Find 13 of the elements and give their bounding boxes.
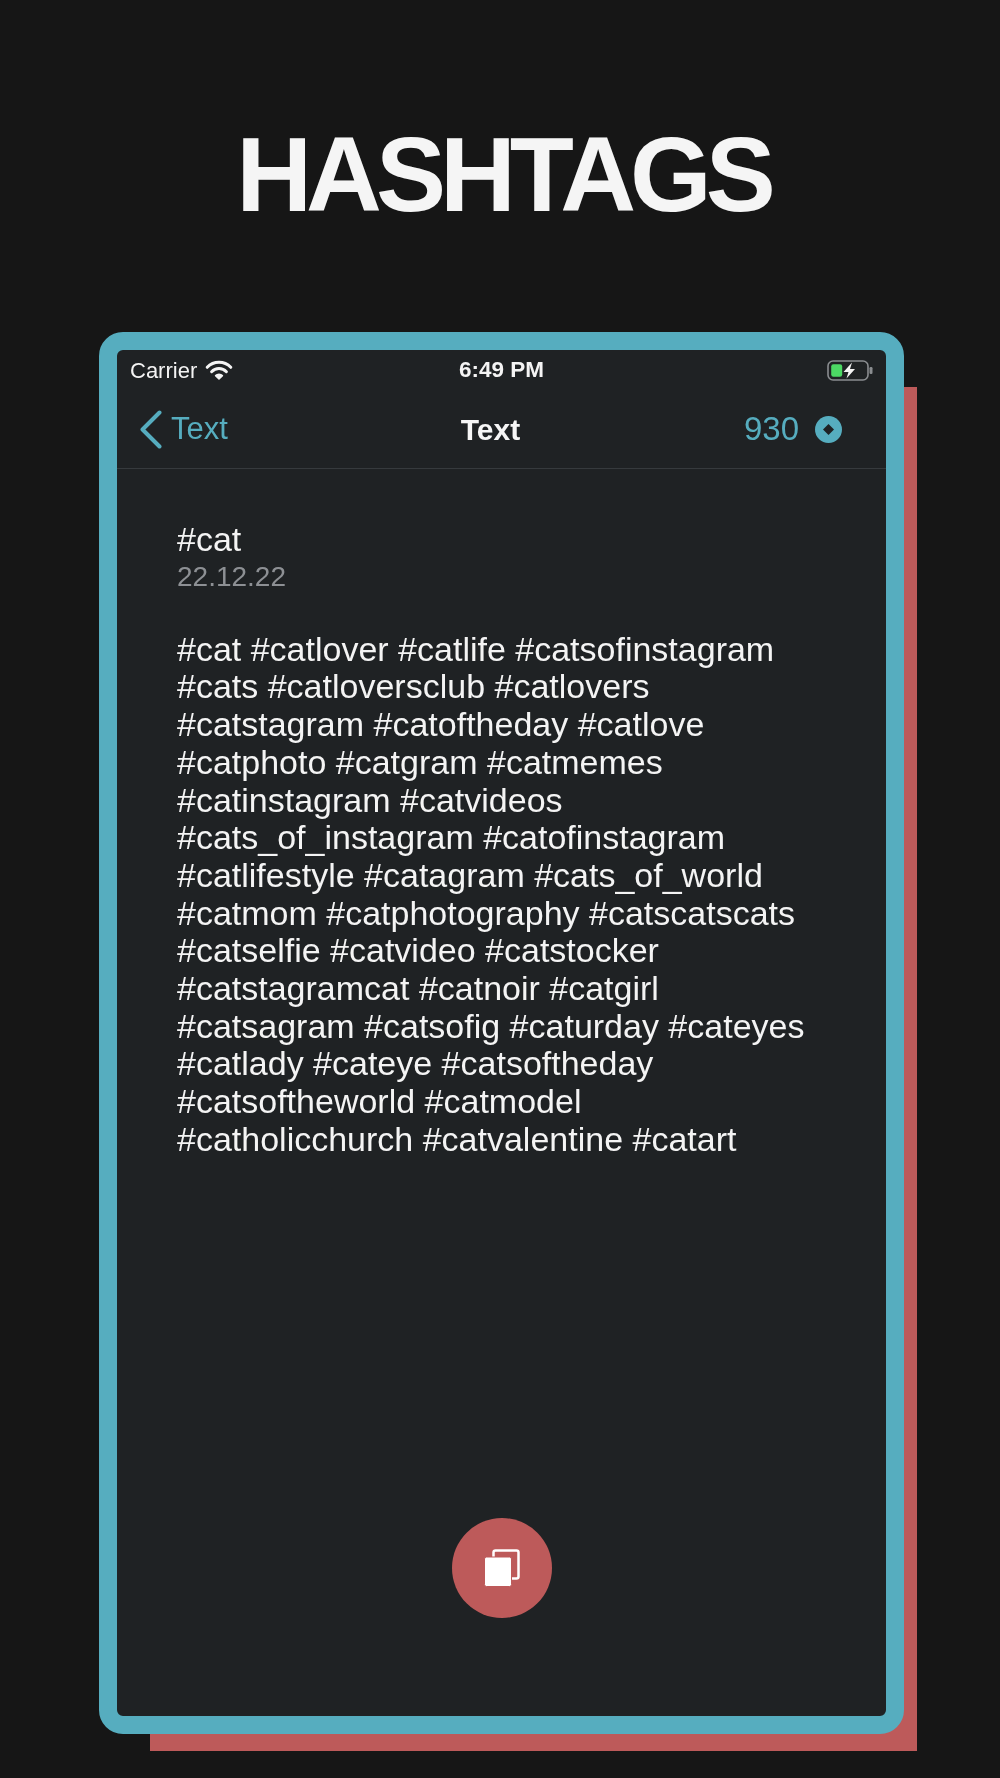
note-title: #cat bbox=[177, 521, 243, 559]
count-label: 930 bbox=[743, 409, 799, 449]
back-button[interactable]: Text bbox=[139, 409, 228, 449]
note-date: 22.12.22 bbox=[177, 559, 287, 594]
wifi-icon bbox=[205, 360, 234, 380]
battery-charging-icon bbox=[827, 359, 873, 381]
clock-time: 6:49 PM bbox=[459, 356, 545, 385]
nav-title: Text bbox=[460, 411, 521, 448]
hashtag-text: #cat #catlover #catlife #catsofinstagram #cats #catloversclub #catlovers #catstagram #catoftheday #catlove #catphoto #catgram #catmemes #catinstagram #catvideos #cats_of_instagram #catofinstagram #catlifestyle #catagram #cats_of_world #catmom #catphotography #catscatscats #catselfie #catvideo #catstocker #catstagramcat #catnoir #catgirl #catsagram #catsofig #caturday #cateyes #catlady #cateye #catsoftheday #catsoftheworld #catmodel #catholicchurch #catvalentine #catart bbox=[177, 630, 806, 1159]
page-heading: HASHTAGS bbox=[235, 122, 770, 227]
carrier-label: Carrier bbox=[130, 356, 198, 385]
copy-icon bbox=[483, 1549, 520, 1587]
chevron-left-icon bbox=[139, 409, 163, 449]
